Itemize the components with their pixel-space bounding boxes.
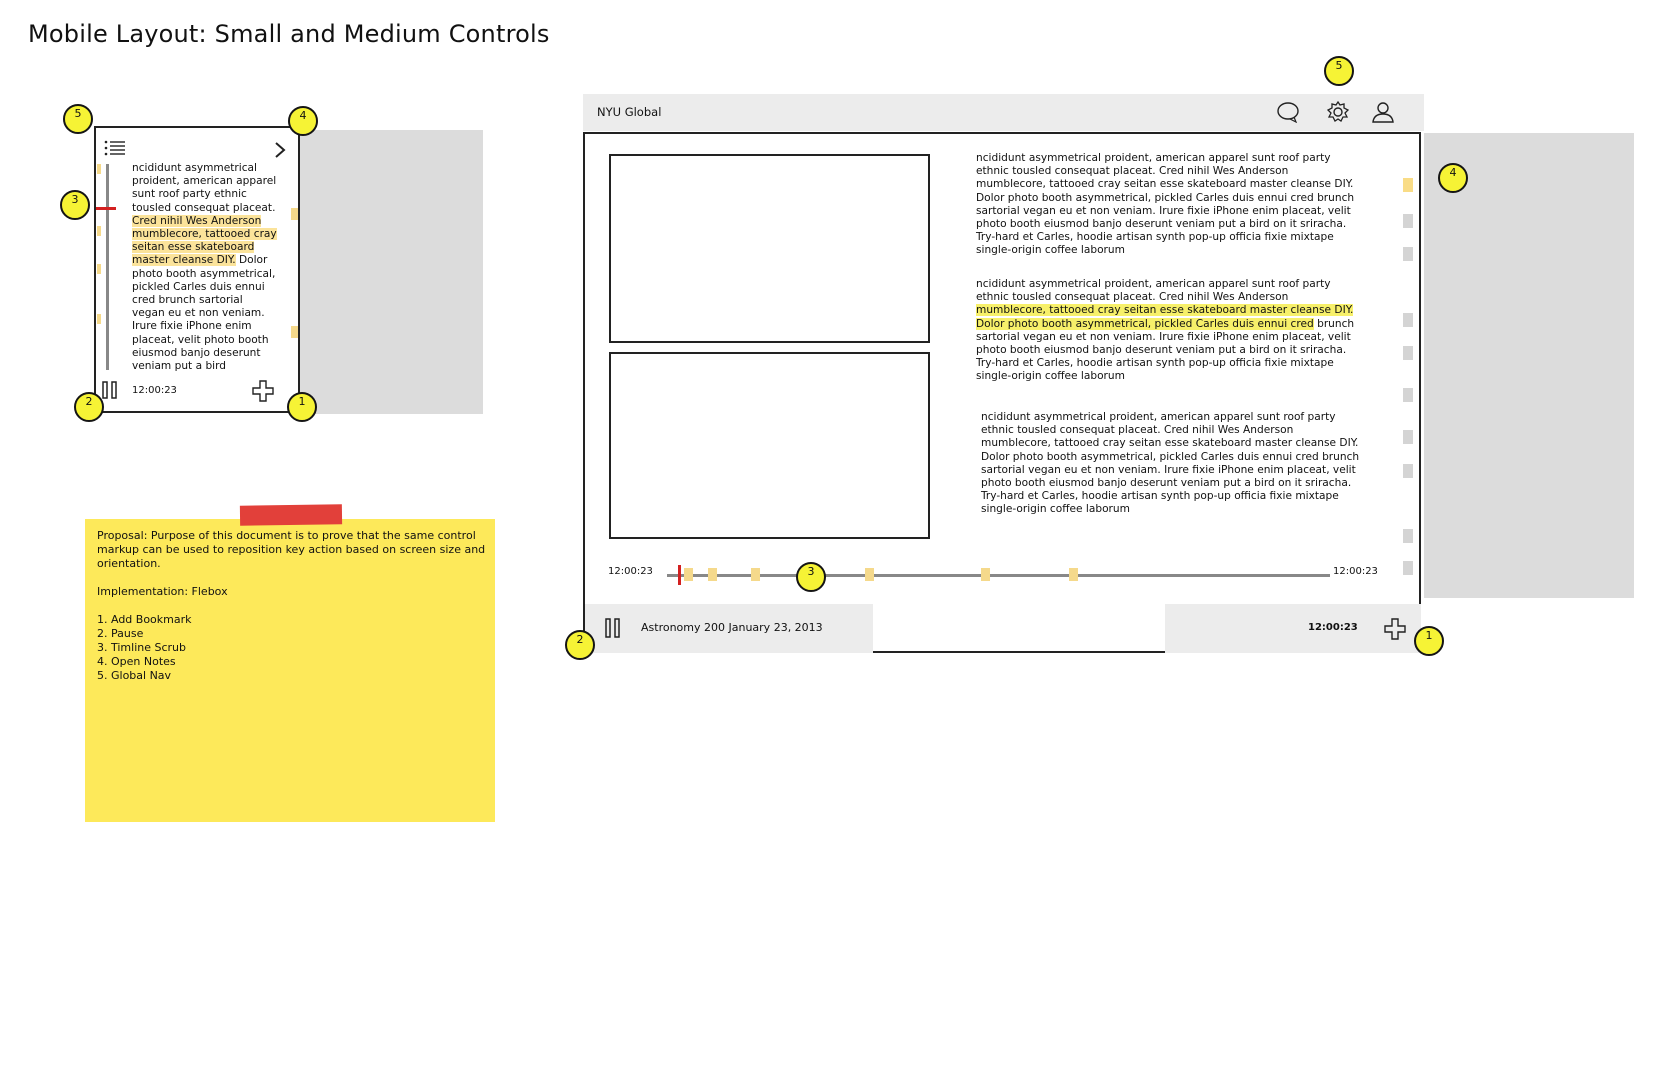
small-bookmark-left[interactable]	[97, 314, 101, 324]
slide-placeholder[interactable]	[609, 154, 930, 343]
notes-highlight: mumblecore, tattooed cray seitan esse sk…	[976, 304, 1354, 330]
medium-marker-4: 4	[1438, 163, 1468, 193]
list-icon[interactable]	[104, 140, 126, 156]
add-bookmark-plus-icon[interactable]	[1384, 618, 1406, 640]
timeline-end-time: 12:00:23	[1333, 566, 1378, 577]
gear-icon[interactable]	[1326, 100, 1350, 124]
small-bookmark-left[interactable]	[97, 164, 101, 174]
small-notes-body: ncididunt asymmetrical proident, america…	[132, 162, 278, 373]
small-timeline-playhead[interactable]	[96, 207, 116, 210]
pause-icon[interactable]	[102, 381, 118, 399]
small-note-marker[interactable]	[291, 208, 298, 220]
note-marker[interactable]	[1403, 430, 1413, 444]
note-marker[interactable]	[1403, 313, 1413, 327]
medium-marker-5: 5	[1324, 56, 1354, 86]
notes-paragraph-2: ncididunt asymmetrical proident, america…	[976, 278, 1358, 384]
timeline-track[interactable]	[667, 574, 1330, 577]
note-marker[interactable]	[1403, 561, 1413, 575]
user-icon[interactable]	[1371, 100, 1395, 124]
small-body-text: Dolor photo booth asymmetrical, pickled …	[132, 254, 276, 373]
medium-marker-2: 2	[565, 630, 595, 660]
pause-icon[interactable]	[605, 618, 621, 638]
sticky-note-content: Proposal: Purpose of this document is to…	[97, 529, 487, 683]
timeline-start-time: 12:00:23	[608, 566, 653, 577]
notes-paragraph-3: ncididunt asymmetrical proident, america…	[981, 411, 1360, 516]
small-mockup-phone: ncididunt asymmetrical proident, america…	[94, 126, 300, 413]
small-marker-2: 2	[74, 392, 104, 422]
sticky-list-item: 2. Pause	[97, 627, 144, 640]
timeline-bookmark[interactable]	[708, 568, 717, 581]
lecture-title: Astronomy 200 January 23, 2013	[641, 621, 823, 634]
video-placeholder[interactable]	[609, 352, 930, 539]
sticky-implementation: Implementation: Flebox	[97, 585, 228, 598]
small-mockup-backdrop	[300, 130, 483, 414]
medium-marker-1: 1	[1414, 626, 1444, 656]
sticky-list-item: 4. Open Notes	[97, 655, 176, 668]
small-marker-4: 4	[288, 106, 318, 136]
timeline-bookmark[interactable]	[981, 568, 990, 581]
small-marker-5: 5	[63, 104, 93, 134]
timeline-bookmark[interactable]	[751, 568, 760, 581]
sticky-note: Proposal: Purpose of this document is to…	[85, 519, 495, 822]
small-note-marker[interactable]	[291, 326, 298, 338]
sticky-list-item: 1. Add Bookmark	[97, 613, 192, 626]
medium-mockup-backdrop	[1424, 133, 1634, 598]
timeline-bookmark[interactable]	[684, 568, 693, 581]
page-title: Mobile Layout: Small and Medium Controls	[28, 20, 550, 48]
note-marker[interactable]	[1403, 529, 1413, 543]
nav-title[interactable]: NYU Global	[597, 105, 661, 119]
timeline-bookmark[interactable]	[1069, 568, 1078, 581]
small-body-text: ncididunt asymmetrical proident, america…	[132, 162, 277, 214]
playback-bar: Astronomy 200 January 23, 2013	[585, 604, 873, 653]
note-marker[interactable]	[1403, 346, 1413, 360]
note-marker[interactable]	[1403, 464, 1413, 478]
small-marker-1: 1	[287, 392, 317, 422]
small-bookmark-left[interactable]	[97, 264, 101, 274]
add-bookmark-plus-icon[interactable]	[252, 380, 274, 402]
timeline-playhead[interactable]	[678, 565, 681, 585]
notes-text: ncididunt asymmetrical proident, america…	[976, 278, 1331, 304]
sticky-list-item: 3. Timline Scrub	[97, 641, 186, 654]
notes-paragraph-1: ncididunt asymmetrical proident, america…	[976, 152, 1355, 257]
note-marker[interactable]	[1403, 247, 1413, 261]
note-marker[interactable]	[1403, 214, 1413, 228]
chat-bubble-icon[interactable]	[1276, 101, 1300, 123]
timeline-bookmark[interactable]	[865, 568, 874, 581]
sticky-list-item: 5. Global Nav	[97, 669, 172, 682]
small-marker-3: 3	[60, 190, 90, 220]
sticky-proposal: Proposal: Purpose of this document is to…	[97, 529, 486, 570]
small-bookmark-left[interactable]	[97, 226, 101, 236]
small-time-label: 12:00:23	[132, 385, 177, 396]
global-nav-bar: NYU Global	[583, 94, 1424, 131]
medium-mockup-frame: ncididunt asymmetrical proident, america…	[583, 132, 1421, 653]
note-marker[interactable]	[1403, 178, 1413, 192]
chevron-right-icon[interactable]	[274, 142, 286, 158]
current-time: 12:00:23	[1308, 622, 1358, 633]
tape-strip	[239, 504, 343, 526]
small-timeline-track[interactable]	[106, 164, 109, 370]
bookmark-bar: 12:00:23	[1165, 604, 1421, 653]
note-marker[interactable]	[1403, 388, 1413, 402]
medium-marker-3: 3	[796, 562, 826, 592]
